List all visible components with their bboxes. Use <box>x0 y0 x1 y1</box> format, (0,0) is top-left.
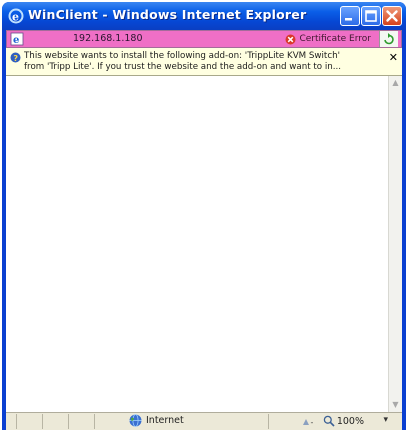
certificate-error-button[interactable]: Certificate Error <box>285 32 371 46</box>
refresh-button[interactable] <box>379 31 398 47</box>
globe-icon <box>129 414 142 427</box>
scroll-down-arrow-icon[interactable]: ▼ <box>389 398 402 412</box>
protected-mode-icon[interactable]: - <box>301 416 317 428</box>
svg-text:?: ? <box>13 54 18 63</box>
information-bar-line-1: This website wants to install the follow… <box>24 51 341 61</box>
shield-info-icon: ? <box>10 52 21 63</box>
window-title: WinClient - Windows Internet Explorer <box>28 7 307 22</box>
information-bar[interactable]: ? This website wants to install the foll… <box>6 48 402 76</box>
ie-icon: e <box>8 8 24 24</box>
status-divider <box>94 414 95 429</box>
certificate-error-icon <box>285 34 296 44</box>
status-bar: Internet - 100% ▾ <box>6 412 402 430</box>
page-content: ▲ ▼ <box>6 76 402 412</box>
page-icon: e <box>10 32 24 46</box>
svg-text:e: e <box>13 35 19 46</box>
address-url[interactable]: 192.168.1.180 <box>73 33 143 44</box>
security-zone[interactable]: Internet <box>129 414 184 427</box>
status-divider <box>68 414 69 429</box>
minimize-button[interactable] <box>340 6 360 26</box>
maximize-button[interactable] <box>361 6 381 26</box>
close-button[interactable] <box>382 6 402 26</box>
title-bar[interactable]: e WinClient - Windows Internet Explorer <box>2 2 406 30</box>
address-bar[interactable]: e 192.168.1.180 Certificate Error <box>6 30 402 48</box>
magnifier-icon <box>323 415 335 427</box>
status-divider <box>268 414 269 429</box>
zoom-level: 100% <box>336 415 364 427</box>
maximize-icon <box>365 10 377 22</box>
information-bar-close-icon[interactable]: ✕ <box>389 51 398 64</box>
vertical-scrollbar[interactable]: ▲ ▼ <box>388 76 402 412</box>
minimize-icon <box>345 18 352 21</box>
certificate-error-label: Certificate Error <box>299 34 371 44</box>
information-bar-message: This website wants to install the follow… <box>24 51 384 73</box>
zoom-dropdown-icon[interactable]: ▾ <box>383 415 388 425</box>
status-divider <box>42 414 43 429</box>
security-zone-label: Internet <box>146 415 184 426</box>
zoom-control[interactable]: 100% <box>323 415 364 427</box>
svg-text:-: - <box>311 418 314 427</box>
scroll-up-arrow-icon[interactable]: ▲ <box>389 76 402 90</box>
information-bar-line-2: from 'Tripp Lite'. If you trust the webs… <box>24 62 342 72</box>
svg-text:e: e <box>12 11 19 24</box>
browser-window: e WinClient - Windows Internet Explorer … <box>2 2 406 430</box>
status-divider <box>16 414 17 429</box>
close-icon <box>386 10 398 22</box>
refresh-icon <box>384 33 394 45</box>
